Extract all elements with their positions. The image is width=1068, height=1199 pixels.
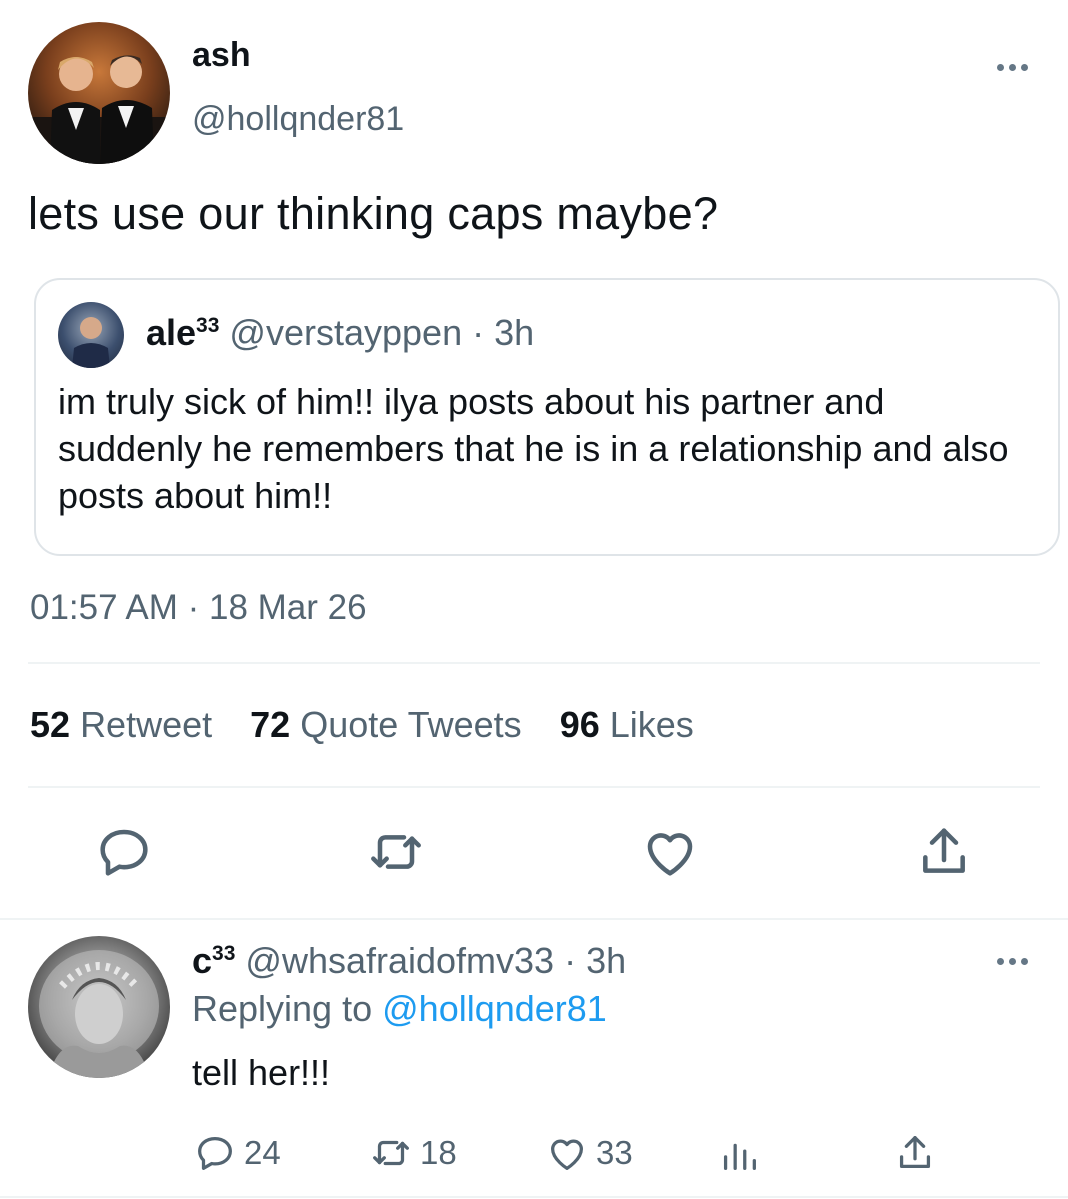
like-icon: [647, 833, 693, 876]
like-count: 33: [596, 1134, 633, 1171]
reply-header: c33 @whsafraidofmv33 · 3h: [192, 940, 626, 982]
reply-text: tell her!!!: [192, 1052, 331, 1093]
reply-icon: [198, 1136, 232, 1170]
share-icon: [923, 828, 965, 873]
retweet-icon: [373, 1140, 409, 1166]
likes-stat[interactable]: 96 Likes: [560, 704, 694, 745]
retweet-icon: [371, 835, 421, 869]
reply-like-button[interactable]: 33: [544, 1128, 633, 1178]
engagement-stats: 52 Retweet 72 Quote Tweets 96 Likes: [30, 704, 694, 746]
reply-reply-button[interactable]: 24: [192, 1128, 281, 1178]
reply-retweet-button[interactable]: 18: [368, 1128, 457, 1178]
tweet-text: lets use our thinking caps maybe?: [28, 188, 719, 239]
analytics-icon: [723, 1143, 756, 1170]
retweet-button[interactable]: [364, 820, 428, 884]
separator-dot: ·: [472, 312, 485, 353]
more-icon: [990, 52, 1034, 82]
quoted-tweet-header: ale33 @verstayppen · 3h: [146, 312, 534, 354]
more-options-button[interactable]: [990, 52, 1034, 82]
author-display-name[interactable]: ash: [192, 36, 251, 75]
share-icon: [899, 1136, 931, 1169]
like-icon: [550, 1139, 584, 1170]
like-button[interactable]: [638, 820, 702, 884]
divider: [0, 1196, 1068, 1198]
reply-more-options-button[interactable]: [990, 946, 1034, 976]
quoted-tweet-time: 3h: [494, 312, 535, 353]
replying-to: Replying to @hollqnder81: [192, 988, 607, 1030]
retweet-count: 18: [420, 1134, 457, 1171]
replying-to-handle-link[interactable]: @hollqnder81: [382, 988, 607, 1029]
replying-to-label: Replying to: [192, 988, 373, 1029]
quoted-tweet-text: im truly sick of him!! ilya posts about …: [58, 381, 1009, 516]
tweet-timestamp[interactable]: 01:57 AM · 18 Mar 26: [30, 588, 367, 628]
author-handle[interactable]: @hollqnder81: [192, 100, 404, 139]
reply-share-button[interactable]: [892, 1128, 938, 1178]
retweets-stat[interactable]: 52 Retweet: [30, 704, 212, 745]
quoted-author-name: ale33: [146, 312, 220, 353]
divider: [28, 662, 1040, 664]
reply-analytics-button[interactable]: [716, 1128, 762, 1178]
reply-author-handle[interactable]: @whsafraidofmv33: [245, 940, 554, 981]
more-icon: [990, 946, 1034, 976]
share-button[interactable]: [912, 820, 976, 884]
reply-author-avatar[interactable]: [28, 936, 170, 1078]
reply-icon: [100, 829, 148, 876]
divider: [0, 918, 1068, 920]
quote-tweets-stat[interactable]: 72 Quote Tweets: [250, 704, 522, 745]
separator-dot: ·: [564, 940, 577, 981]
author-avatar[interactable]: [28, 22, 170, 164]
quoted-author-handle: @verstayppen: [229, 312, 463, 353]
divider: [28, 786, 1040, 788]
reply-time[interactable]: 3h: [586, 940, 626, 981]
reply-count: 24: [244, 1134, 281, 1171]
reply-button[interactable]: [92, 820, 156, 884]
reply-author-name[interactable]: c33: [192, 940, 235, 981]
quoted-author-avatar: [58, 302, 124, 368]
